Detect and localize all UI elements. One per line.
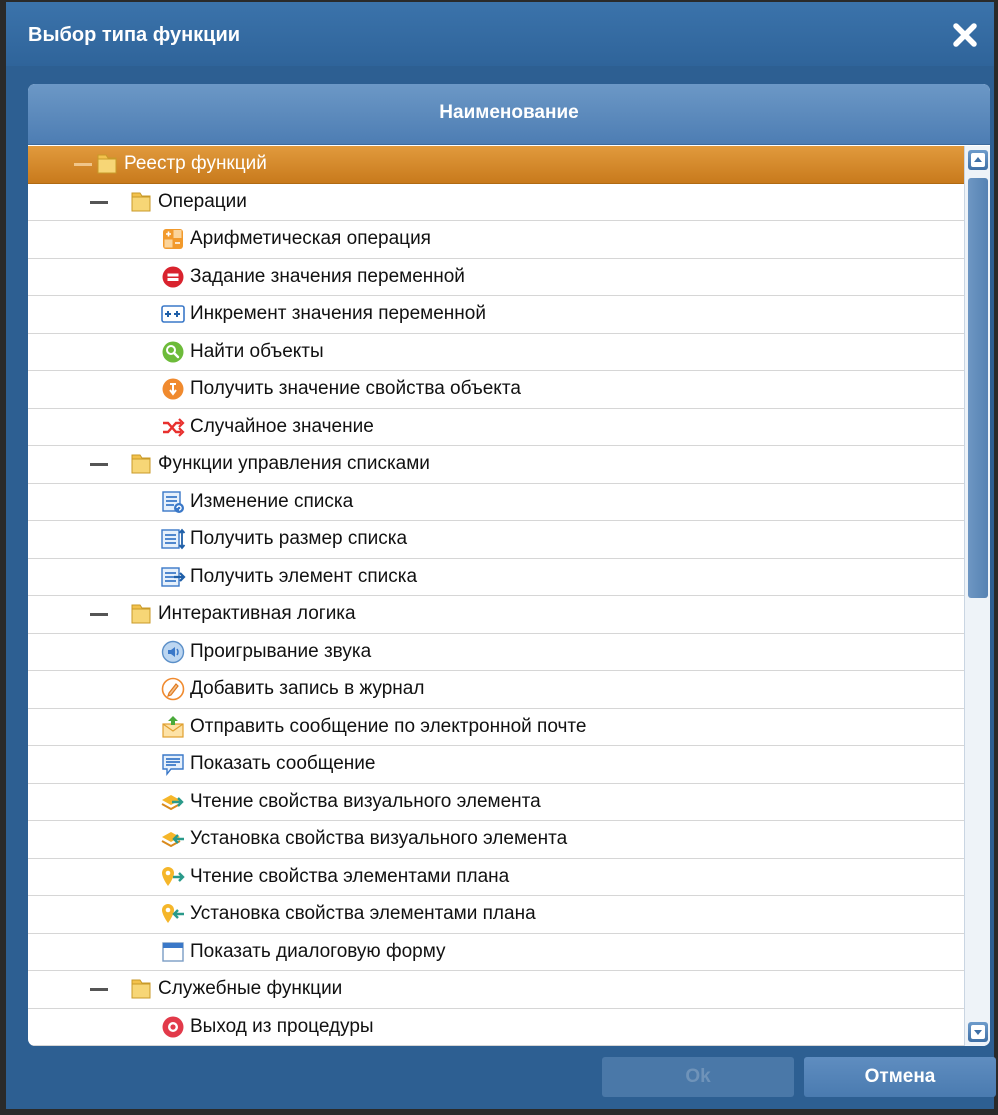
tree-item-label: Реестр функций	[124, 153, 267, 175]
dialog-form-icon	[160, 939, 186, 965]
dialog-title: Выбор типа функции	[28, 24, 241, 46]
scroll-down-button[interactable]	[968, 1022, 988, 1042]
tree-function-row[interactable]: Получить элемент списка	[28, 559, 964, 596]
scroll-up-button[interactable]	[968, 150, 988, 170]
tree-function-row[interactable]: Чтение свойства элементами плана	[28, 859, 964, 896]
calculator-icon	[160, 226, 186, 252]
collapse-toggle-icon[interactable]	[90, 200, 108, 204]
scroll-thumb[interactable]	[968, 178, 988, 598]
tree-function-row[interactable]: Показать сообщение	[28, 746, 964, 784]
tree-item-label: Показать диалоговую форму	[190, 940, 446, 962]
message-icon	[160, 751, 186, 777]
function-tree: Реестр функций Операции Арифметическая опе…	[28, 146, 964, 1046]
tree-item-label: Показать сообщение	[190, 753, 376, 775]
vertical-scrollbar[interactable]	[964, 146, 990, 1046]
list-item-icon	[160, 564, 186, 590]
tree-function-row[interactable]: Добавить запись в журнал	[28, 671, 964, 709]
tree-folder-row[interactable]: Реестр функций	[28, 146, 964, 184]
tree-item-label: Получить элемент списка	[190, 565, 418, 587]
tree-function-row[interactable]: Установка свойства элементами плана	[28, 896, 964, 934]
tree-item-label: Служебные функции	[158, 978, 343, 1000]
tree-function-row[interactable]: Изменение списка	[28, 484, 964, 521]
function-tree-panel: Наименование Реестр функций Операции Арифм…	[28, 84, 990, 1046]
tree-function-row[interactable]: Получить значение свойства объекта	[28, 371, 964, 409]
plan-write-icon	[160, 901, 186, 927]
collapse-toggle-icon[interactable]	[74, 163, 92, 166]
tree-item-label: Выход из процедуры	[190, 1015, 374, 1037]
folder-icon	[128, 451, 154, 477]
tree-item-label: Получить размер списка	[190, 528, 408, 550]
tree-function-row[interactable]: Получить размер списка	[28, 521, 964, 559]
close-icon[interactable]	[950, 20, 980, 50]
visual-read-icon	[160, 789, 186, 815]
sound-icon	[160, 639, 186, 665]
tree-folder-row[interactable]: Функции управления списками	[28, 446, 964, 484]
email-send-icon	[160, 714, 186, 740]
tree-item-label: Случайное значение	[190, 415, 374, 437]
journal-icon	[160, 676, 186, 702]
tree-function-row[interactable]: Проигрывание звука	[28, 634, 964, 671]
tree-item-label: Добавить запись в журнал	[190, 678, 425, 700]
tree-function-row[interactable]: Выход из процедуры	[28, 1009, 964, 1046]
tree-item-label: Установка свойства визуального элемента	[190, 828, 568, 850]
exit-procedure-icon	[160, 1014, 186, 1040]
cancel-button[interactable]: Отмена	[804, 1057, 996, 1097]
plan-read-icon	[160, 864, 186, 890]
tree-function-row[interactable]: Случайное значение	[28, 409, 964, 446]
folder-icon	[128, 976, 154, 1002]
tree-item-label: Арифметическая операция	[190, 228, 431, 250]
tree-function-row[interactable]: Отправить сообщение по электронной почте	[28, 709, 964, 746]
column-header-name[interactable]: Наименование	[28, 84, 990, 145]
tree-item-label: Установка свойства элементами плана	[190, 903, 536, 925]
tree-function-row[interactable]: Найти объекты	[28, 334, 964, 371]
tree-item-label: Отправить сообщение по электронной почте	[190, 715, 587, 737]
visual-write-icon	[160, 826, 186, 852]
tree-item-label: Инкремент значения переменной	[190, 303, 486, 325]
tree-function-row[interactable]: Задание значения переменной	[28, 259, 964, 296]
tree-function-row[interactable]: Показать диалоговую форму	[28, 934, 964, 971]
tree-item-label: Получить значение свойства объекта	[190, 378, 521, 400]
tree-folder-row[interactable]: Операции	[28, 184, 964, 221]
tree-item-label: Чтение свойства элементами плана	[190, 865, 510, 887]
tree-item-label: Функции управления списками	[158, 453, 430, 475]
folder-icon	[128, 189, 154, 215]
folder-icon	[94, 151, 120, 177]
find-objects-icon	[160, 339, 186, 365]
list-size-icon	[160, 526, 186, 552]
tree-function-row[interactable]: Арифметическая операция	[28, 221, 964, 259]
tree-function-row[interactable]: Чтение свойства визуального элемента	[28, 784, 964, 821]
collapse-toggle-icon[interactable]	[90, 613, 108, 616]
shuffle-icon	[160, 414, 186, 440]
tree-function-row[interactable]: Установка свойства визуального элемента	[28, 821, 964, 859]
tree-item-label: Проигрывание звука	[190, 640, 372, 662]
function-type-dialog: Выбор типа функции Наименование Реестр ф…	[0, 0, 998, 1115]
title-bar: Выбор типа функции	[6, 2, 994, 66]
list-edit-icon	[160, 489, 186, 515]
increment-icon	[160, 301, 186, 327]
tree-item-label: Интерактивная логика	[158, 603, 356, 625]
tree-folder-row[interactable]: Интерактивная логика	[28, 596, 964, 634]
tree-item-label: Изменение списка	[190, 490, 354, 512]
tree-function-row[interactable]: Инкремент значения переменной	[28, 296, 964, 334]
tree-item-label: Найти объекты	[190, 340, 324, 362]
folder-icon	[128, 601, 154, 627]
tree-folder-row[interactable]: Служебные функции	[28, 971, 964, 1009]
tree-item-label: Чтение свойства визуального элемента	[190, 790, 541, 812]
get-property-icon	[160, 376, 186, 402]
tree-item-label: Задание значения переменной	[190, 265, 465, 287]
collapse-toggle-icon[interactable]	[90, 988, 108, 991]
tree-item-label: Операции	[158, 190, 247, 212]
assign-value-icon	[160, 264, 186, 290]
ok-button[interactable]: Ok	[602, 1057, 794, 1097]
collapse-toggle-icon[interactable]	[90, 463, 108, 466]
